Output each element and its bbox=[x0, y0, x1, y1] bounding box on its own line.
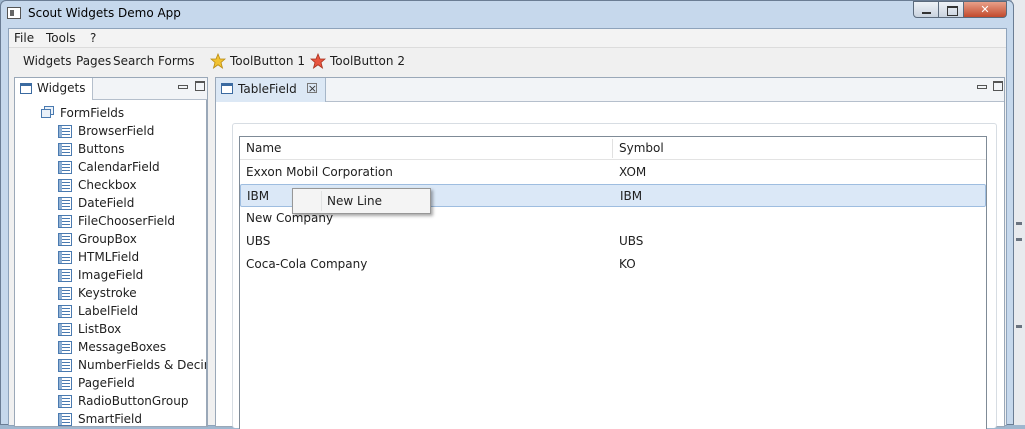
form-field-icon bbox=[58, 269, 72, 282]
table-row[interactable]: Coca-Cola Company KO bbox=[240, 253, 986, 276]
tree-node-label: GroupBox bbox=[78, 232, 137, 246]
minimize-button[interactable] bbox=[913, 1, 939, 18]
toolbar-pages-button[interactable]: Pages bbox=[76, 54, 111, 68]
tree-node-label: Checkbox bbox=[78, 178, 137, 192]
cell-symbol: IBM bbox=[620, 189, 643, 203]
form-field-icon bbox=[58, 305, 72, 318]
tree-node-label: FileChooserField bbox=[78, 214, 176, 228]
view-icon bbox=[20, 83, 32, 94]
tree-node-label: MessageBoxes bbox=[78, 340, 167, 354]
context-menu: New Line bbox=[292, 188, 431, 214]
form-field-icon bbox=[58, 323, 72, 336]
editor-maximize-icon[interactable] bbox=[993, 81, 1003, 91]
title-bar[interactable]: Scout Widgets Demo App ✕ bbox=[1, 1, 1013, 27]
menu-file[interactable]: File bbox=[14, 31, 34, 45]
form-field-icon bbox=[58, 179, 72, 192]
form-field-icon bbox=[58, 197, 72, 210]
cell-name: Coca-Cola Company bbox=[246, 257, 368, 271]
tree-node-label: ImageField bbox=[78, 268, 144, 282]
view-minimize-icon[interactable] bbox=[177, 81, 188, 91]
form-field-icon bbox=[58, 215, 72, 228]
window-title: Scout Widgets Demo App bbox=[28, 6, 181, 20]
toolbutton-1[interactable]: ToolButton 1 bbox=[230, 54, 305, 68]
table-header: Name Symbol bbox=[240, 137, 986, 160]
form-field-icon bbox=[58, 233, 72, 246]
cell-name: UBS bbox=[246, 234, 271, 248]
close-icon[interactable]: × bbox=[306, 83, 317, 94]
widgets-tree: FormFields BrowserField Buttons CalendarFi… bbox=[15, 101, 207, 426]
form-field-icon bbox=[58, 251, 72, 264]
menu-gutter bbox=[321, 191, 322, 211]
cell-symbol: KO bbox=[619, 257, 636, 271]
tab-tablefield[interactable]: TableField × bbox=[216, 78, 326, 102]
form-field-icon bbox=[58, 377, 72, 390]
tree-node-label: Keystroke bbox=[78, 286, 137, 300]
widgets-view: Widgets FormFields BrowserField Buttons Ca… bbox=[14, 77, 208, 427]
tree-node-label: Buttons bbox=[78, 142, 125, 156]
editor-minimize-icon[interactable] bbox=[976, 81, 987, 91]
tree-node-label: BrowserField bbox=[78, 124, 155, 138]
tab-widgets[interactable]: Widgets bbox=[15, 78, 93, 100]
tab-widgets-label: Widgets bbox=[37, 81, 86, 95]
column-header-symbol[interactable]: Symbol bbox=[613, 137, 664, 160]
app-window-icon bbox=[7, 7, 21, 19]
form-field-icon bbox=[58, 287, 72, 300]
form-field-icon bbox=[58, 341, 72, 354]
maximize-button[interactable] bbox=[938, 1, 964, 18]
widgets-view-header: Widgets bbox=[15, 78, 207, 100]
tree-node-label: HTMLField bbox=[78, 250, 140, 264]
form-field-icon bbox=[58, 359, 72, 372]
close-button[interactable]: ✕ bbox=[963, 1, 1007, 18]
form-field-icon bbox=[58, 161, 72, 174]
table-group-box: Name Symbol Exxon Mobil Corporation XOM IB… bbox=[232, 123, 997, 429]
tree-node-label: CalendarField bbox=[78, 160, 160, 174]
table-row[interactable]: Exxon Mobil Corporation XOM bbox=[240, 161, 986, 184]
tree-border bbox=[206, 100, 208, 426]
toolbutton-2[interactable]: ToolButton 2 bbox=[330, 54, 405, 68]
tree-node-label: RadioButtonGroup bbox=[78, 394, 189, 408]
tree-node-label: NumberFields & Decima bbox=[78, 358, 207, 372]
toolbar-widgets-button[interactable]: Widgets bbox=[23, 54, 72, 68]
cell-symbol: UBS bbox=[619, 234, 644, 248]
view-maximize-icon[interactable] bbox=[195, 81, 205, 91]
menu-help[interactable]: ? bbox=[90, 31, 96, 45]
tree-node-label: PageField bbox=[78, 376, 135, 390]
form-field-icon bbox=[58, 413, 72, 426]
editor-header: TableField × bbox=[216, 78, 1004, 102]
form-field-icon bbox=[58, 395, 72, 408]
tree-node-label: DateField bbox=[78, 196, 135, 210]
form-field-icon bbox=[58, 125, 72, 138]
app-window: Scout Widgets Demo App ✕ File Tools ? Wi… bbox=[0, 0, 1014, 429]
menu-tools[interactable]: Tools bbox=[46, 31, 76, 45]
star-icon-yellow bbox=[210, 53, 226, 69]
column-header-name[interactable]: Name bbox=[240, 137, 281, 160]
form-field-icon bbox=[58, 143, 72, 156]
cell-name: Exxon Mobil Corporation bbox=[246, 165, 393, 179]
tree-node-label: LabelField bbox=[78, 304, 139, 318]
cell-name: IBM bbox=[247, 189, 270, 203]
form-icon bbox=[221, 83, 233, 94]
cell-symbol: XOM bbox=[619, 165, 647, 179]
tree-node-label: SmartField bbox=[78, 412, 142, 426]
menu-item-new-line[interactable]: New Line bbox=[327, 194, 382, 208]
tree-node-label: ListBox bbox=[78, 322, 122, 336]
client-area: File Tools ? Widgets Pages Search Forms … bbox=[8, 28, 1007, 429]
star-icon-red bbox=[310, 53, 326, 69]
toolbar-search-forms-button[interactable]: Search Forms bbox=[113, 54, 195, 68]
folder-icon bbox=[39, 106, 55, 120]
tab-tablefield-label: TableField bbox=[238, 82, 297, 96]
toolbar: Widgets Pages Search Forms ToolButton 1 … bbox=[9, 49, 1006, 74]
table-row[interactable]: UBS UBS bbox=[240, 230, 986, 253]
menu-bar: File Tools ? bbox=[9, 29, 1006, 48]
company-table[interactable]: Name Symbol Exxon Mobil Corporation XOM IB… bbox=[239, 136, 987, 429]
tablefield-editor: TableField × Name Symbol Exxon Mobil Cor… bbox=[215, 77, 1005, 429]
